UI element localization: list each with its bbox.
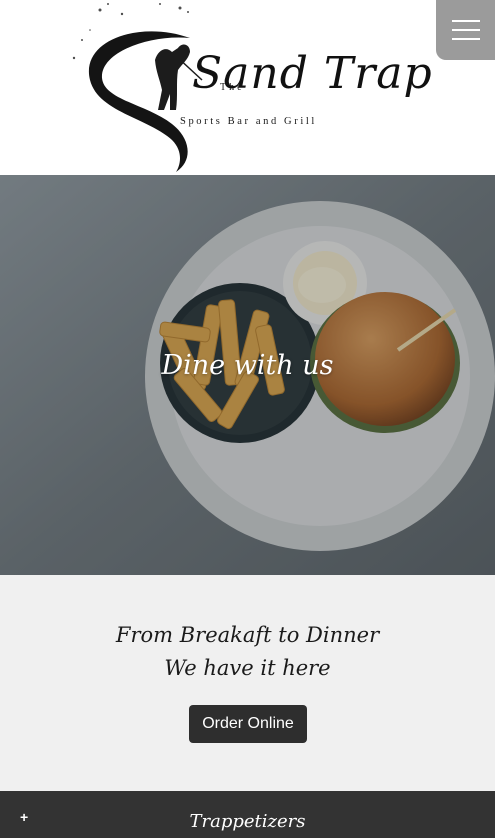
- menu-category-trappetizers[interactable]: + Trappetizers: [0, 791, 495, 838]
- promo-headline-line1: From Breakaft to Dinner: [115, 623, 380, 647]
- promo-section: From Breakaft to Dinner We have it here …: [0, 575, 495, 791]
- hamburger-icon: [451, 20, 480, 22]
- promo-headline-line2: We have it here: [164, 656, 331, 680]
- site-header: The Sand Trap Sports Bar and Grill: [0, 0, 495, 175]
- logo-tagline-text: Sports Bar and Grill: [180, 116, 317, 127]
- hero-banner: Dine with us: [0, 175, 495, 575]
- hamburger-icon-bar: [451, 38, 480, 40]
- hamburger-menu-button[interactable]: [436, 0, 495, 60]
- hero-title: Dine with us: [161, 350, 334, 381]
- category-title: Trappetizers: [189, 811, 306, 832]
- logo-name-text: Sand Trap: [192, 48, 433, 99]
- hamburger-icon-bar: [451, 29, 480, 31]
- sand-trap-logo[interactable]: The Sand Trap Sports Bar and Grill: [60, 0, 432, 175]
- order-online-button[interactable]: Order Online: [189, 705, 307, 743]
